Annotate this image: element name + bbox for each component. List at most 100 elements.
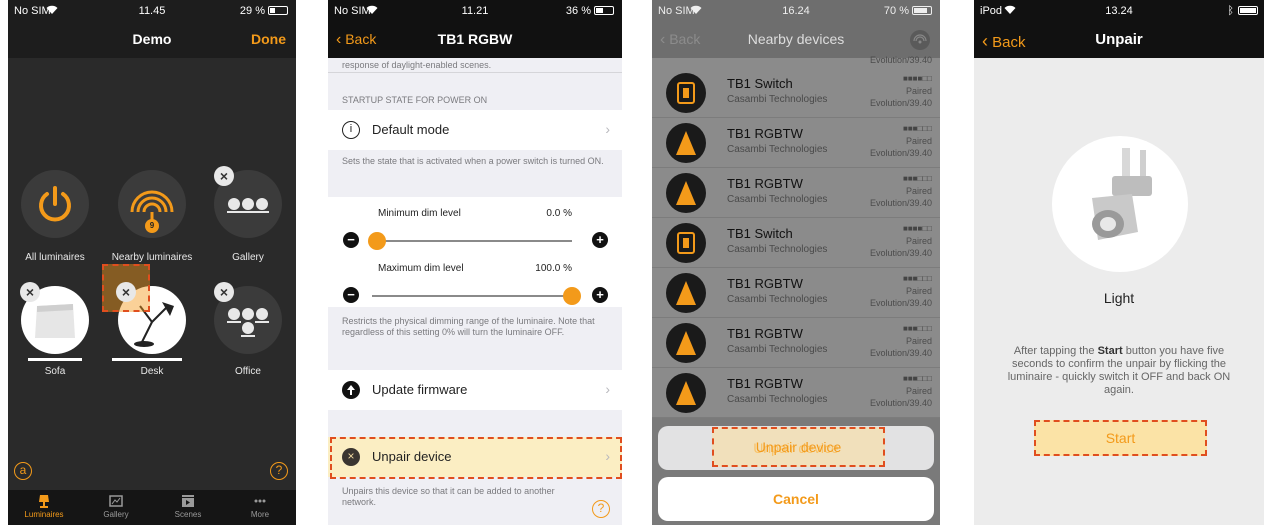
page-title: Nearby devices [747, 31, 845, 47]
device-vendor: Casambi Technologies [727, 244, 828, 255]
lamp-icon [39, 495, 49, 508]
page-title: TB1 RGBW [437, 31, 513, 47]
cancel-label: Cancel [773, 491, 819, 507]
spotlight-icon [1092, 148, 1152, 240]
remove-gallery-button[interactable]: × [214, 166, 234, 186]
signal-strength: ■■■□□□ [903, 374, 932, 383]
tile-label: Desk [140, 366, 164, 377]
unpair-action-text[interactable]: Unpair device [712, 427, 885, 467]
tab-label: Luminaires [24, 510, 64, 519]
clapper-icon [182, 495, 194, 507]
max-slider-track[interactable] [372, 295, 572, 297]
tab-label: Scenes [174, 510, 202, 519]
divider [328, 72, 622, 73]
light-cone-icon [666, 373, 706, 413]
max-dim-value: 100.0 % [535, 263, 572, 274]
min-dim-label: Minimum dim level [378, 208, 461, 219]
tile-label: Gallery [232, 252, 264, 263]
section-header: STARTUP STATE FOR POWER ON [342, 95, 488, 105]
default-mode-row[interactable]: i Default mode › [328, 110, 622, 150]
device-row[interactable]: TB1 RGBTW Casambi Technologies ■■■□□□ Paire… [652, 118, 940, 168]
luminaire-grid: All luminaires 9 Nearby luminaires × Gal… [8, 58, 296, 490]
min-slider-track[interactable] [372, 240, 572, 242]
signal-strength: ■■■□□□ [903, 274, 932, 283]
device-name: TB1 RGBTW [727, 276, 803, 291]
device-row[interactable]: TB1 RGBTW Casambi Technologies ■■■□□□ Paire… [652, 268, 940, 318]
cancel-button[interactable]: Cancel [658, 477, 934, 521]
update-firmware-row[interactable]: Update firmware › [328, 370, 622, 410]
navigation-bar: ‹ Back TB1 RGBW [328, 22, 622, 58]
device-status: Paired [905, 286, 932, 296]
tab-gallery[interactable]: Gallery [80, 494, 152, 519]
tab-more[interactable]: More [224, 494, 296, 519]
device-name: TB1 RGBTW [727, 376, 803, 391]
battery-percent: 70 % [883, 5, 909, 17]
tab-scenes[interactable]: Scenes [152, 494, 224, 519]
nearby-luminaires-tile[interactable]: 9 [118, 170, 186, 238]
device-name: TB1 RGBTW [727, 126, 803, 141]
min-slider-knob[interactable] [368, 232, 386, 250]
dim-range-panel: Minimum dim level 0.0 % − + Maximum dim … [328, 197, 622, 307]
more-icon [254, 499, 266, 503]
switch-icon [666, 223, 706, 263]
scan-icon[interactable] [910, 30, 930, 50]
battery-indicator: 29 % [240, 5, 288, 17]
device-name: TB1 Switch [727, 226, 793, 241]
min-increase-button[interactable]: + [592, 232, 608, 248]
status-bar: No SIM 16.24 70 % [652, 0, 940, 22]
device-name: TB1 Switch [727, 76, 793, 91]
device-name: TB1 RGBTW [727, 326, 803, 341]
min-decrease-button[interactable]: − [343, 232, 359, 248]
status-bar: iPod 13.24 ᛒ [974, 0, 1264, 22]
help-icon[interactable]: ? [270, 462, 288, 480]
unpair-note: Unpairs this device so that it can be ad… [342, 486, 555, 507]
status-bar: No SIM 11.21 36 % [328, 0, 622, 22]
max-increase-button[interactable]: + [592, 287, 608, 303]
device-row[interactable]: TB1 RGBTW Casambi Technologies ■■■□□□ Paire… [652, 368, 940, 418]
remove-office-button[interactable]: × [214, 282, 234, 302]
phone-screen-demo: No SIM 11.45 29 % Demo Done All luminair… [8, 0, 296, 525]
page-title: Unpair [1095, 31, 1143, 48]
signal-strength: ■■■□□□ [903, 174, 932, 183]
light-cone-icon [666, 323, 706, 363]
account-icon[interactable]: a [14, 462, 32, 480]
done-button[interactable]: Done [251, 31, 286, 47]
highlight-box [330, 437, 622, 479]
tab-luminaires[interactable]: Luminaires [8, 494, 80, 519]
signal-strength: ■■■□□□ [903, 324, 932, 333]
signal-strength: ■■■■□□ [903, 224, 932, 233]
tile-label: Nearby luminaires [111, 252, 193, 263]
arrow-up-icon [342, 381, 360, 399]
partial-version: Evolution/39.40 [869, 55, 932, 65]
max-slider-knob[interactable] [563, 287, 581, 305]
light-cone-icon [666, 273, 706, 313]
device-version: Evolution/39.40 [869, 398, 932, 408]
device-row[interactable]: TB1 RGBTW Casambi Technologies ■■■□□□ Paire… [652, 168, 940, 218]
device-row[interactable]: TB1 Switch Casambi Technologies ■■■■□□ Pair… [652, 218, 940, 268]
phone-screen-nearby-devices: No SIM 16.24 70 % ‹ Back Nearby devices … [652, 0, 940, 525]
device-version: Evolution/39.40 [869, 98, 932, 108]
help-icon[interactable]: ? [592, 500, 610, 518]
device-version: Evolution/39.40 [869, 298, 932, 308]
signal-strength: ■■■■□□ [903, 74, 932, 83]
device-status: Paired [905, 386, 932, 396]
device-status: Paired [905, 236, 932, 246]
device-row[interactable]: TB1 Switch Casambi Technologies ■■■■□□ Pair… [652, 68, 940, 118]
device-row[interactable]: TB1 RGBTW Casambi Technologies ■■■□□□ Paire… [652, 318, 940, 368]
highlight-box [1034, 420, 1207, 456]
remove-sofa-button[interactable]: × [20, 282, 40, 302]
battery-icon [268, 6, 288, 15]
phone-screen-device-settings: No SIM 11.21 36 % ‹ Back TB1 RGBW respon… [328, 0, 622, 525]
battery-percent: 36 % [565, 5, 591, 17]
nearby-count-badge: 9 [149, 221, 155, 230]
battery-icon [594, 6, 614, 15]
all-luminaires-tile[interactable] [21, 170, 89, 238]
remove-desk-button[interactable]: × [116, 282, 136, 302]
tab-label: More [250, 510, 270, 519]
device-version: Evolution/39.40 [869, 248, 932, 258]
unpair-instructions: After tapping the Start button you have … [1002, 345, 1236, 397]
default-mode-note: Sets the state that is activated when a … [342, 156, 604, 166]
device-name: TB1 RGBTW [727, 176, 803, 191]
max-decrease-button[interactable]: − [343, 287, 359, 303]
navigation-bar: Demo Done [8, 22, 296, 58]
